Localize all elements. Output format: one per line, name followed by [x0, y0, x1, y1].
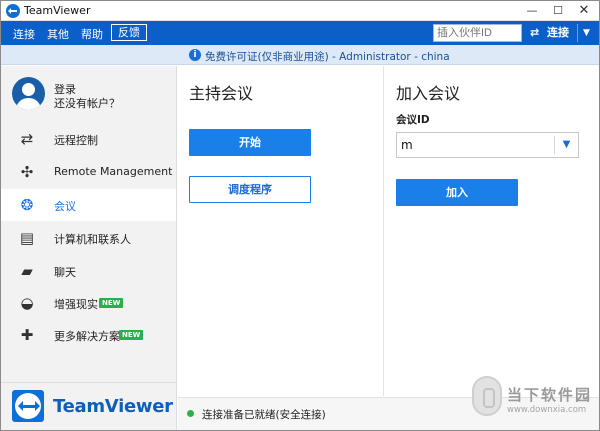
no-account-link[interactable]: 还没有帐户？: [54, 95, 120, 111]
license-info-bar: i 免费许可证(仅非商业用途) - Administrator - china: [1, 45, 599, 65]
teamviewer-window: TeamViewer — ☐ ✕ 连接 其他 帮助 反馈 ⇄ 连接 ▼ i 免费…: [0, 0, 600, 431]
teamviewer-app-icon: [6, 4, 20, 18]
sidebar-item-label: 计算机和联系人: [54, 233, 131, 246]
watermark-title: 当下软件园: [507, 386, 593, 404]
sidebar-item-meeting[interactable]: ❂ 会议: [1, 189, 176, 221]
remote-management-icon: ✣: [20, 163, 34, 181]
status-text: 连接准备已就绪(安全连接): [202, 409, 326, 421]
menu-extras[interactable]: 其他: [47, 26, 69, 42]
brand-name: TeamViewer: [53, 396, 173, 417]
sidebar-item-label: Remote Management: [54, 165, 173, 178]
augmented-reality-icon: ◒: [20, 294, 34, 312]
start-meeting-button[interactable]: 开始: [189, 129, 311, 156]
join-meeting-button[interactable]: 加入: [396, 179, 518, 206]
close-button[interactable]: ✕: [571, 1, 597, 21]
more-solutions-icon: ✚: [20, 326, 34, 344]
sidebar-item-remote-management[interactable]: ✣ Remote Management: [1, 156, 176, 188]
meeting-id-input[interactable]: m ▼: [396, 132, 579, 158]
sidebar-item-label: 更多解决方案: [54, 330, 120, 343]
license-info-text: 免费许可证(仅非商业用途) - Administrator - china: [205, 51, 450, 63]
sidebar-item-label: 增强现实: [54, 298, 98, 311]
watermark-logo-icon: [472, 376, 502, 416]
sidebar-item-more-solutions[interactable]: ✚ 更多解决方案 NEW: [1, 319, 176, 351]
join-meeting-panel: 加入会议 会议ID m ▼ 加入: [385, 66, 599, 396]
teamviewer-logo-icon: [12, 390, 44, 422]
avatar-icon[interactable]: [12, 77, 45, 110]
contacts-icon: ▤: [19, 229, 35, 247]
title-bar[interactable]: TeamViewer — ☐ ✕: [1, 1, 599, 21]
sidebar-item-contacts[interactable]: ▤ 计算机和联系人: [1, 222, 176, 254]
meeting-icon: ❂: [20, 196, 34, 214]
menu-help[interactable]: 帮助: [81, 26, 103, 42]
window-title: TeamViewer: [24, 4, 91, 17]
meeting-id-label: 会议ID: [396, 114, 430, 126]
divider: [1, 382, 176, 383]
connect-button[interactable]: ⇄ 连接: [524, 23, 576, 43]
swap-arrows-icon: ⇄: [530, 26, 540, 39]
feedback-button[interactable]: 反馈: [111, 24, 147, 41]
watermark-url: www.downxia.com: [507, 405, 587, 415]
sidebar-item-label: 聊天: [54, 266, 76, 279]
remote-control-icon: ⇄: [20, 130, 34, 148]
partner-id-input[interactable]: [433, 24, 522, 42]
chevron-down-icon[interactable]: ▼: [554, 136, 578, 154]
info-icon: i: [189, 49, 201, 61]
connect-dropdown-icon[interactable]: ▼: [577, 24, 595, 42]
sidebar-item-label: 远程控制: [54, 134, 98, 147]
sidebar-item-chat[interactable]: ▰ 聊天: [1, 255, 176, 287]
join-meeting-title: 加入会议: [396, 84, 461, 103]
menu-connection[interactable]: 连接: [13, 26, 35, 42]
host-meeting-panel: 主持会议 开始 调度程序: [178, 66, 384, 396]
menu-bar: 连接 其他 帮助 反馈 ⇄ 连接 ▼: [1, 21, 599, 45]
sidebar-item-remote-control[interactable]: ⇄ 远程控制: [1, 123, 176, 155]
new-badge: NEW: [99, 298, 124, 308]
maximize-button[interactable]: ☐: [545, 1, 571, 21]
schedule-meeting-button[interactable]: 调度程序: [189, 176, 311, 203]
minimize-button[interactable]: —: [519, 1, 545, 21]
chat-icon: ▰: [21, 262, 33, 280]
meeting-id-value: m: [401, 138, 413, 152]
status-indicator-icon: [187, 410, 194, 417]
sidebar-item-label: 会议: [54, 200, 76, 213]
host-meeting-title: 主持会议: [189, 84, 254, 103]
sidebar-item-augmented-reality[interactable]: ◒ 增强现实 NEW: [1, 287, 176, 319]
sidebar: 登录 还没有帐户？ ⇄ 远程控制 ✣ Remote Management ❂ 会…: [1, 66, 177, 430]
new-badge: NEW: [119, 330, 144, 340]
connect-label: 连接: [547, 26, 569, 39]
